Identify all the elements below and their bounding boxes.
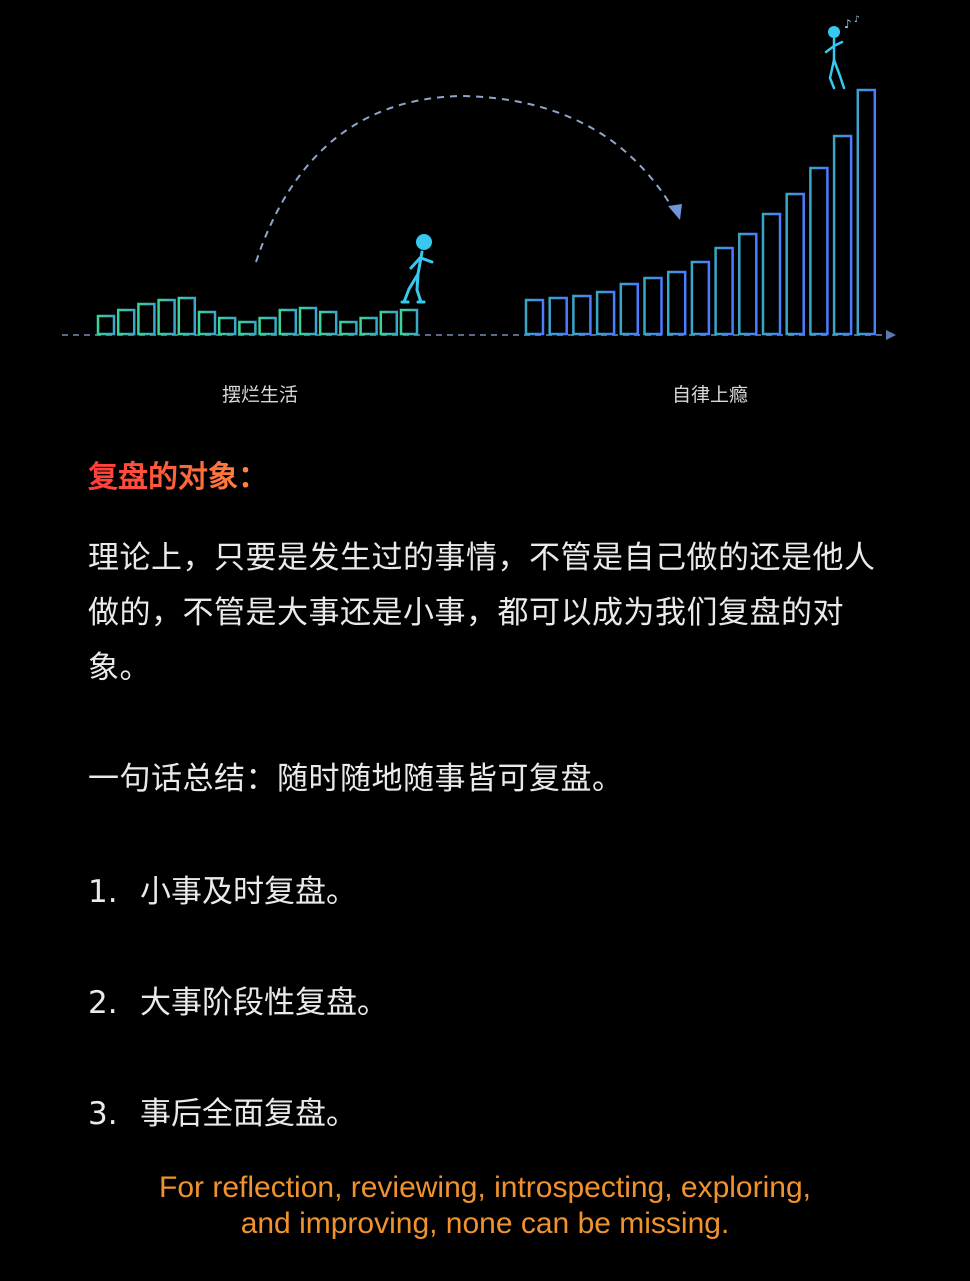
left-bar bbox=[177, 296, 197, 336]
left-bar bbox=[96, 314, 116, 336]
right-bar bbox=[572, 294, 592, 336]
standing-figure-icon bbox=[824, 26, 846, 90]
arc-arrow-icon bbox=[668, 204, 682, 220]
left-bar bbox=[258, 316, 277, 336]
list-item-text: 小事及时复盘。 bbox=[140, 874, 357, 910]
list-item: 3. 事后全面复盘。 bbox=[88, 1087, 357, 1142]
list-item: 2. 大事阶段性复盘。 bbox=[88, 976, 388, 1031]
left-bar bbox=[318, 310, 338, 336]
left-bar bbox=[217, 316, 237, 336]
right-bars bbox=[524, 88, 877, 336]
section-heading: 复盘的对象： bbox=[88, 452, 268, 496]
left-bar bbox=[137, 302, 156, 336]
left-bars bbox=[96, 296, 419, 336]
left-bar bbox=[339, 320, 358, 336]
left-bar bbox=[197, 310, 217, 336]
right-bar bbox=[714, 246, 734, 336]
right-bar bbox=[856, 88, 877, 336]
right-bar bbox=[666, 270, 687, 336]
list-item-number: 3. bbox=[88, 1096, 118, 1132]
left-bar bbox=[238, 320, 257, 336]
right-bar bbox=[785, 192, 805, 336]
right-bar bbox=[738, 232, 758, 336]
illustration: ♪ ♪ bbox=[62, 15, 896, 340]
right-bar bbox=[643, 276, 663, 336]
list-item-text: 事后全面复盘。 bbox=[140, 1096, 357, 1132]
left-bar bbox=[399, 308, 419, 336]
left-bar bbox=[278, 308, 298, 336]
left-bar bbox=[298, 306, 318, 336]
progress-arc bbox=[255, 94, 677, 263]
music-note-icon-2: ♪ bbox=[854, 15, 860, 25]
list-item: 1. 小事及时复盘。 bbox=[88, 865, 357, 920]
left-bar bbox=[116, 308, 136, 336]
right-bar bbox=[595, 290, 616, 336]
summary-line: 一句话总结：随时随地随事皆可复盘。 bbox=[88, 761, 624, 797]
right-bar bbox=[809, 166, 829, 336]
caption-right: 自律上瘾 bbox=[672, 384, 749, 406]
walking-figure-icon bbox=[400, 234, 434, 304]
right-bar bbox=[832, 134, 853, 336]
list-item-number: 2. bbox=[88, 985, 118, 1021]
left-bar bbox=[359, 316, 378, 336]
right-bar bbox=[548, 296, 568, 336]
left-bar bbox=[379, 310, 399, 336]
left-bar bbox=[157, 298, 176, 336]
footer-line-2: and improving, none can be missing. bbox=[240, 1207, 730, 1240]
list-item-text: 大事阶段性复盘。 bbox=[140, 985, 388, 1021]
right-bar bbox=[524, 298, 545, 336]
right-bar bbox=[619, 282, 640, 336]
footer-quote: For reflection, reviewing, introspecting… bbox=[0, 1170, 970, 1242]
axis-arrow-icon bbox=[886, 330, 896, 340]
right-bar bbox=[690, 260, 711, 336]
music-note-icon: ♪ bbox=[844, 17, 852, 31]
intro-paragraph: 理论上，只要是发生过的事情，不管是自己做的还是他人做的，不管是大事还是小事，都可… bbox=[88, 540, 876, 686]
caption-left: 摆烂生活 bbox=[222, 384, 299, 406]
list-item-number: 1. bbox=[88, 874, 118, 910]
footer-line-1: For reflection, reviewing, introspecting… bbox=[159, 1171, 811, 1204]
right-bar bbox=[761, 212, 782, 336]
